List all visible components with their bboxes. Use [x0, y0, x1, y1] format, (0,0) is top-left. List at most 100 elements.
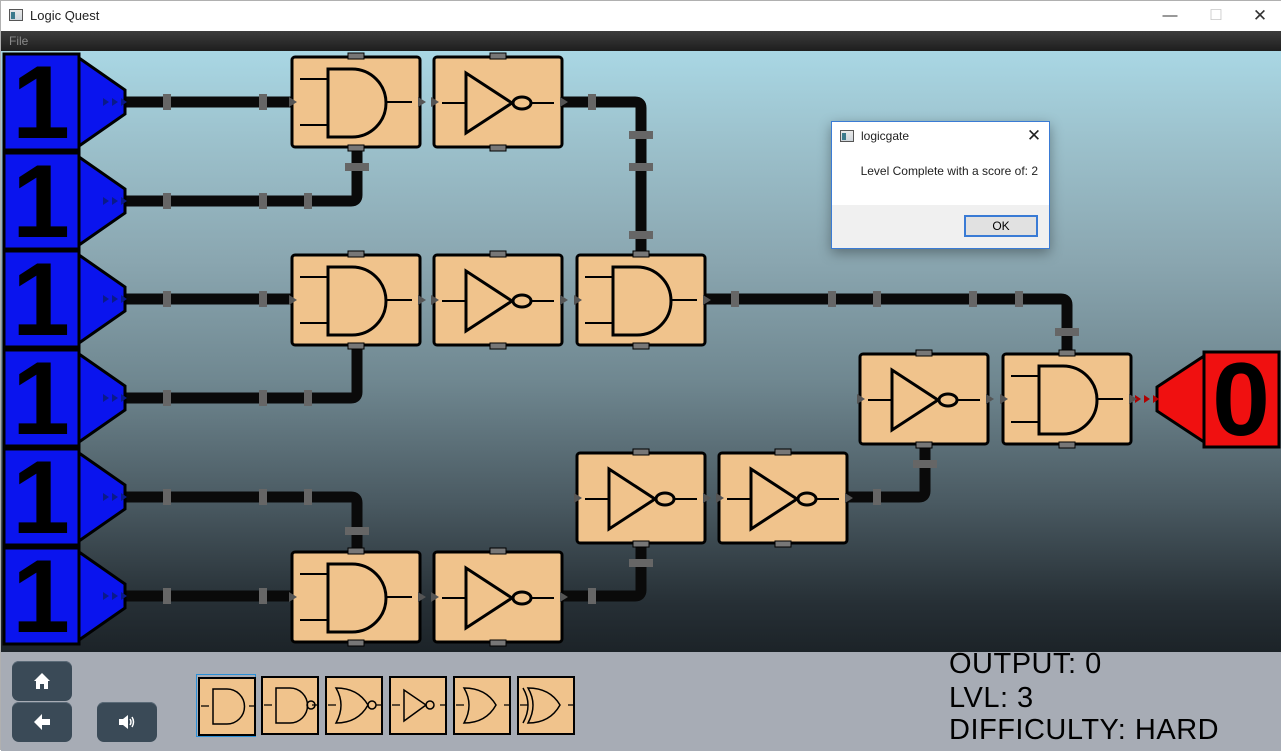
wire-joint: [163, 489, 171, 505]
gate-port-bottom: [347, 639, 365, 647]
wire-joint: [304, 390, 312, 406]
wire-joint: [1015, 291, 1023, 307]
input-arrow: [77, 450, 127, 544]
minimize-button[interactable]: —: [1147, 5, 1193, 27]
palette-not-gate[interactable]: [388, 674, 448, 737]
output-arrow: [1155, 353, 1206, 445]
title-bar[interactable]: Logic Quest — ☐ ✕: [1, 1, 1281, 31]
close-button[interactable]: ✕: [1237, 5, 1281, 27]
gate-port-top: [347, 547, 365, 555]
palette-xor-gate[interactable]: [516, 674, 576, 737]
wire-9: [563, 543, 647, 602]
and-gate-icon: [198, 677, 256, 736]
palette-or-gate[interactable]: [452, 674, 512, 737]
palette-nor-gate[interactable]: [324, 674, 384, 737]
gate-port-bottom: [347, 144, 365, 152]
wire-joint: [629, 231, 653, 239]
home-icon: [34, 673, 50, 689]
gate-port-out: [703, 493, 711, 503]
gate-port-bottom: [1058, 441, 1076, 449]
gate-port-top: [489, 547, 507, 555]
arrow-left-icon: [34, 714, 50, 730]
wire-joint: [259, 489, 267, 505]
menu-file[interactable]: File: [9, 34, 28, 48]
gate-port-out: [560, 295, 568, 305]
app-window: Logic Quest — ☐ ✕ File 1111110 OUTPUT: 0…: [0, 0, 1281, 751]
dialog-body: Level Complete with a score of: 2: [832, 151, 1049, 205]
wire-joint: [828, 291, 836, 307]
wire-joint: [588, 94, 596, 110]
wire-joint: [588, 588, 596, 604]
gate-port-top: [915, 349, 933, 357]
ok-button[interactable]: OK: [964, 215, 1038, 237]
gate-and-1[interactable]: [289, 52, 426, 152]
dialog-title-bar[interactable]: logicgate ✕: [832, 122, 1049, 151]
home-button[interactable]: [12, 661, 72, 701]
gate-not-4[interactable]: [716, 448, 853, 548]
gate-and-2[interactable]: [289, 250, 426, 350]
gate-port-bottom: [489, 144, 507, 152]
wire-2: [125, 146, 363, 207]
wire-joint: [163, 193, 171, 209]
circuit-canvas[interactable]: 1111110: [1, 51, 1281, 652]
palette-and-gate[interactable]: [196, 674, 256, 737]
gate-port-out: [986, 394, 994, 404]
wire-joint: [969, 291, 977, 307]
gate-port-out: [1129, 394, 1137, 404]
wire-joint: [304, 193, 312, 209]
menu-bar: File: [1, 31, 1281, 51]
or-gate-icon: [453, 676, 511, 735]
output-display: 0: [1135, 342, 1281, 458]
gate-port-out: [418, 295, 426, 305]
wire-joint: [629, 559, 653, 567]
dialog-close-button[interactable]: ✕: [1022, 125, 1046, 147]
gate-port-bottom: [489, 639, 507, 647]
wire-joint: [163, 291, 171, 307]
gate-not-6[interactable]: [857, 349, 994, 449]
dialog-title: logicgate: [861, 129, 910, 143]
gate-and-3[interactable]: [574, 250, 711, 350]
maximize-button[interactable]: ☐: [1193, 5, 1239, 27]
gate-and-5[interactable]: [1000, 349, 1137, 449]
gate-port-bottom: [632, 342, 650, 350]
gate-not-1[interactable]: [431, 52, 568, 152]
input-arrow: [77, 154, 127, 248]
dialog-app-icon: [840, 130, 854, 142]
wire-joint: [163, 588, 171, 604]
back-button[interactable]: [12, 702, 72, 742]
difficulty-status: DIFFICULTY: HARD: [949, 714, 1220, 746]
palette-nand-gate[interactable]: [260, 674, 320, 737]
wire-joint: [629, 131, 653, 139]
circuit-board[interactable]: 1111110: [1, 51, 1281, 652]
gate-not-5[interactable]: [431, 547, 568, 647]
sound-button[interactable]: [97, 702, 157, 742]
wire-joint: [345, 527, 369, 535]
wire-joint: [913, 460, 937, 468]
wire-joint: [731, 291, 739, 307]
gate-port-top: [632, 250, 650, 258]
gate-not-2[interactable]: [431, 250, 568, 350]
input-switch-6[interactable]: 1: [2, 539, 127, 652]
app-icon: [9, 9, 23, 21]
level-status: LVL: 3: [949, 682, 1034, 714]
wire-joint: [259, 291, 267, 307]
input-arrow: [77, 55, 127, 149]
gate-and-4[interactable]: [289, 547, 426, 647]
wire-joint: [304, 489, 312, 505]
wire-joint: [345, 163, 369, 171]
gate-palette: [196, 674, 581, 737]
wire-joint: [259, 193, 267, 209]
gate-port-top: [489, 250, 507, 258]
xor-gate-icon: [517, 676, 575, 735]
not-gate-icon: [389, 676, 447, 735]
output-value: 0: [1212, 342, 1270, 458]
window-title: Logic Quest: [30, 8, 100, 23]
wire-joint: [873, 489, 881, 505]
gate-port-top: [489, 52, 507, 60]
speaker-icon: [119, 715, 135, 729]
gate-port-bottom: [347, 342, 365, 350]
wire-5: [125, 491, 363, 553]
wire-joint: [259, 588, 267, 604]
level-complete-dialog: logicgate ✕ Level Complete with a score …: [831, 121, 1050, 249]
gate-not-3[interactable]: [574, 448, 711, 548]
